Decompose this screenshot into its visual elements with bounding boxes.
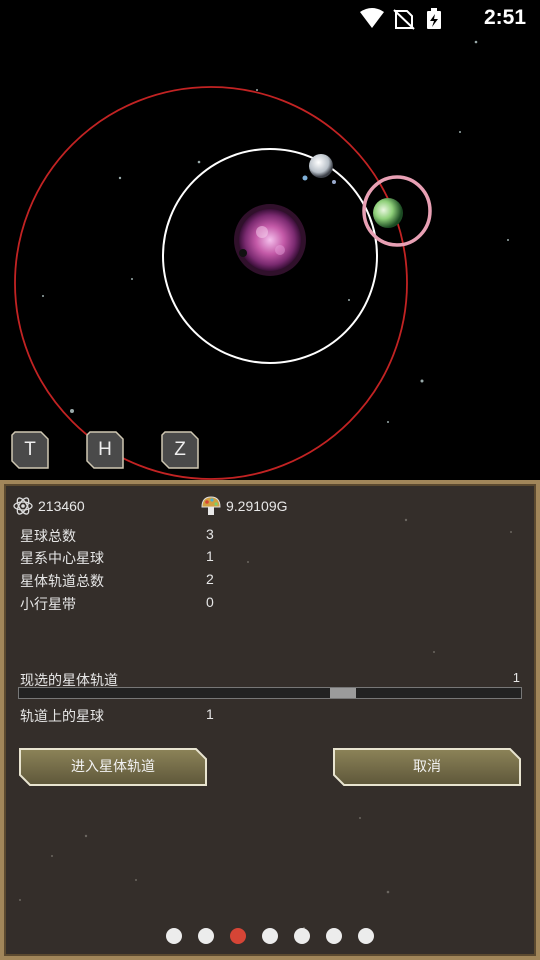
stat-label-total-orbits: 星体轨道总数: [20, 574, 104, 590]
planets-on-orbit-value: 1: [206, 706, 214, 722]
key-t-button[interactable]: T: [11, 431, 49, 469]
wifi-icon: [360, 8, 384, 28]
key-t-label: T: [24, 439, 36, 460]
page-dot[interactable]: [358, 928, 374, 944]
stat-value-total-planets: 3: [206, 526, 214, 542]
central-star[interactable]: [234, 204, 306, 276]
orbit-selector-value: 1: [512, 670, 520, 685]
resource-primary-value: 213460: [38, 498, 85, 514]
space-view[interactable]: [0, 0, 540, 480]
outer-orbit[interactable]: [14, 86, 408, 480]
atom-icon: [13, 497, 33, 515]
cancel-button[interactable]: 取消: [332, 747, 522, 787]
page-dot[interactable]: [166, 928, 182, 944]
key-z-label: Z: [174, 439, 186, 460]
stat-label-asteroid-belts: 小行星带: [20, 597, 76, 613]
mushroom-icon: [201, 496, 221, 515]
moon-planet[interactable]: [302, 154, 337, 184]
stat-value-total-orbits: 2: [206, 571, 214, 587]
key-h-label: H: [98, 439, 112, 460]
stat-label-center-stars: 星系中心星球: [20, 551, 104, 567]
stat-label-total-planets: 星球总数: [20, 529, 76, 545]
cancel-label: 取消: [413, 759, 441, 775]
page-dot-active[interactable]: [230, 928, 246, 944]
resource-secondary-value: 9.29109G: [226, 498, 288, 514]
battery-charging-icon: [427, 8, 441, 29]
key-z-button[interactable]: Z: [161, 431, 199, 469]
page-dot[interactable]: [262, 928, 278, 944]
no-sim-icon: [393, 9, 415, 30]
key-h-button[interactable]: H: [86, 431, 124, 469]
orbit-selector-thumb[interactable]: [330, 688, 356, 698]
enter-orbit-label: 进入星体轨道: [71, 759, 155, 775]
page-indicator: [4, 928, 536, 948]
orbit-selector-slider[interactable]: [18, 687, 522, 699]
status-bar: 2:51: [0, 0, 540, 36]
stat-value-center-stars: 1: [206, 548, 214, 564]
page-dot[interactable]: [326, 928, 342, 944]
status-icons: [360, 8, 441, 30]
page-dot[interactable]: [294, 928, 310, 944]
page-dot[interactable]: [198, 928, 214, 944]
stat-value-asteroid-belts: 0: [206, 594, 214, 610]
status-time: 2:51: [483, 6, 526, 29]
enter-orbit-button[interactable]: 进入星体轨道: [18, 747, 208, 787]
green-planet[interactable]: [373, 198, 403, 228]
galaxy-info-panel: 213460 9.29109G 星球总数 3 星系中心星球 1 星体轨道总数 2…: [0, 480, 540, 960]
planets-on-orbit-label: 轨道上的星球: [20, 709, 104, 725]
